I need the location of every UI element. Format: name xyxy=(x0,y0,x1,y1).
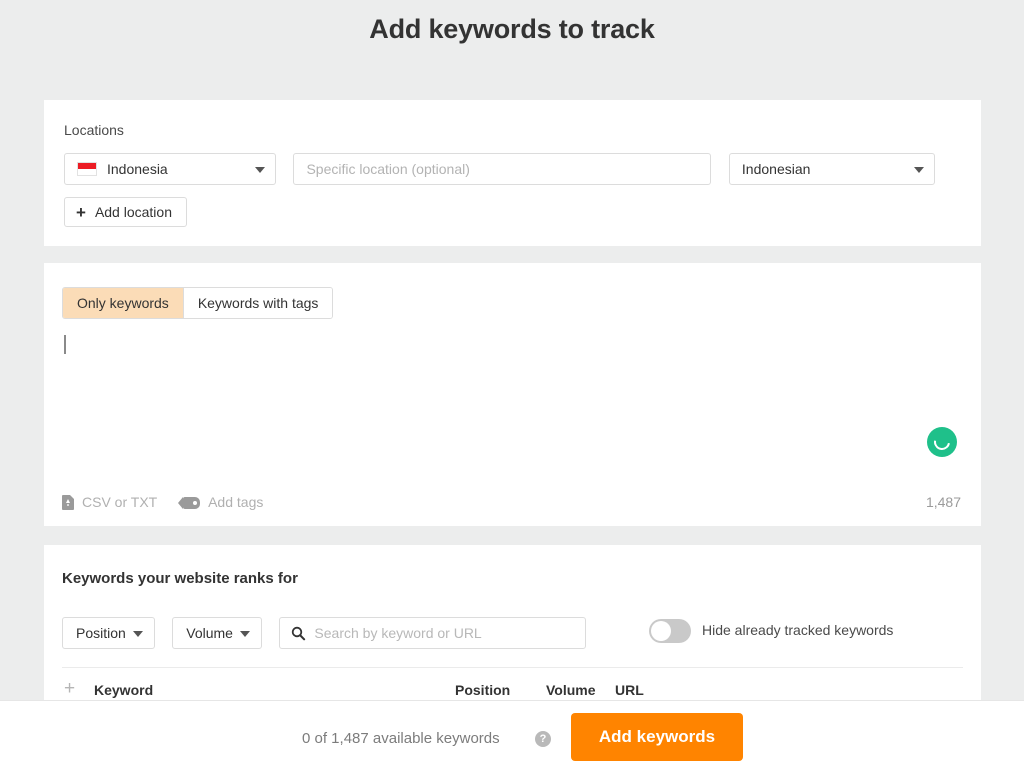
column-header-keyword[interactable]: Keyword xyxy=(94,682,153,698)
volume-filter-button[interactable]: Volume xyxy=(172,617,262,649)
add-keywords-button[interactable]: Add keywords xyxy=(571,713,743,761)
locations-row: Indonesia Specific location (optional) I… xyxy=(64,153,935,185)
specific-location-placeholder: Specific location (optional) xyxy=(306,161,470,177)
ranks-filters: Position Volume Search by keyword or URL xyxy=(62,617,587,649)
csv-upload-button[interactable]: CSV or TXT xyxy=(62,494,157,510)
add-keywords-page: Add keywords to track Locations Indonesi… xyxy=(0,0,1024,779)
table-divider xyxy=(62,667,963,668)
tab-keywords-with-tags[interactable]: Keywords with tags xyxy=(182,288,333,318)
ranks-section-title: Keywords your website ranks for xyxy=(62,570,298,587)
search-input[interactable]: Search by keyword or URL xyxy=(279,617,587,649)
chevron-down-icon xyxy=(132,631,143,637)
add-tags-button[interactable]: Add tags xyxy=(178,494,264,510)
language-select[interactable]: Indonesian xyxy=(728,153,935,185)
keyword-textarea[interactable] xyxy=(62,333,942,473)
column-header-position[interactable]: Position xyxy=(455,682,510,698)
keyword-mode-tabs: Only keywords Keywords with tags xyxy=(62,287,334,319)
column-header-url[interactable]: URL xyxy=(615,682,644,698)
add-tags-label: Add tags xyxy=(208,494,264,510)
specific-location-input[interactable]: Specific location (optional) xyxy=(293,153,712,185)
locations-card: Locations Indonesia Specific location (o… xyxy=(44,100,981,246)
page-title: Add keywords to track xyxy=(369,14,655,44)
language-select-value: Indonesian xyxy=(741,161,811,177)
plus-icon: + xyxy=(76,203,86,222)
search-icon xyxy=(292,626,306,641)
position-filter-button[interactable]: Position xyxy=(62,617,155,649)
hide-tracked-toggle[interactable] xyxy=(649,619,691,643)
keyword-count: 1,487 xyxy=(925,494,961,510)
search-input-placeholder: Search by keyword or URL xyxy=(314,625,482,641)
add-all-keywords-icon[interactable]: + xyxy=(64,679,75,698)
position-filter-label: Position xyxy=(76,625,126,641)
available-keywords-text: 0 of 1,487 available keywords xyxy=(302,730,500,747)
column-header-volume[interactable]: Volume xyxy=(546,682,596,698)
country-select-value: Indonesia xyxy=(107,161,168,177)
tag-icon xyxy=(178,497,201,509)
add-location-button[interactable]: + Add location xyxy=(64,197,187,227)
locations-label: Locations xyxy=(64,122,124,138)
chevron-down-icon xyxy=(239,631,250,637)
csv-upload-label: CSV or TXT xyxy=(82,494,158,510)
add-location-label: Add location xyxy=(94,204,172,220)
keyword-input-meta: CSV or TXT Add tags xyxy=(62,494,285,510)
keyword-input-card: Only keywords Keywords with tags CSV or … xyxy=(44,263,981,526)
tab-only-keywords[interactable]: Only keywords xyxy=(63,288,183,318)
chevron-down-icon xyxy=(913,167,924,173)
text-cursor xyxy=(64,335,66,354)
website-ranks-card: Keywords your website ranks for Position… xyxy=(44,545,981,720)
help-icon[interactable]: ? xyxy=(535,731,551,747)
toggle-knob xyxy=(651,621,671,641)
chevron-down-icon xyxy=(255,167,265,173)
upload-icon xyxy=(62,495,74,510)
hide-tracked-toggle-label: Hide already tracked keywords xyxy=(702,622,894,638)
country-select[interactable]: Indonesia xyxy=(64,153,276,185)
sticky-footer-bar: 0 of 1,487 available keywords ? xyxy=(0,700,1024,779)
indonesia-flag-icon xyxy=(77,162,97,176)
loading-spinner-icon xyxy=(927,427,957,457)
volume-filter-label: Volume xyxy=(186,625,233,641)
